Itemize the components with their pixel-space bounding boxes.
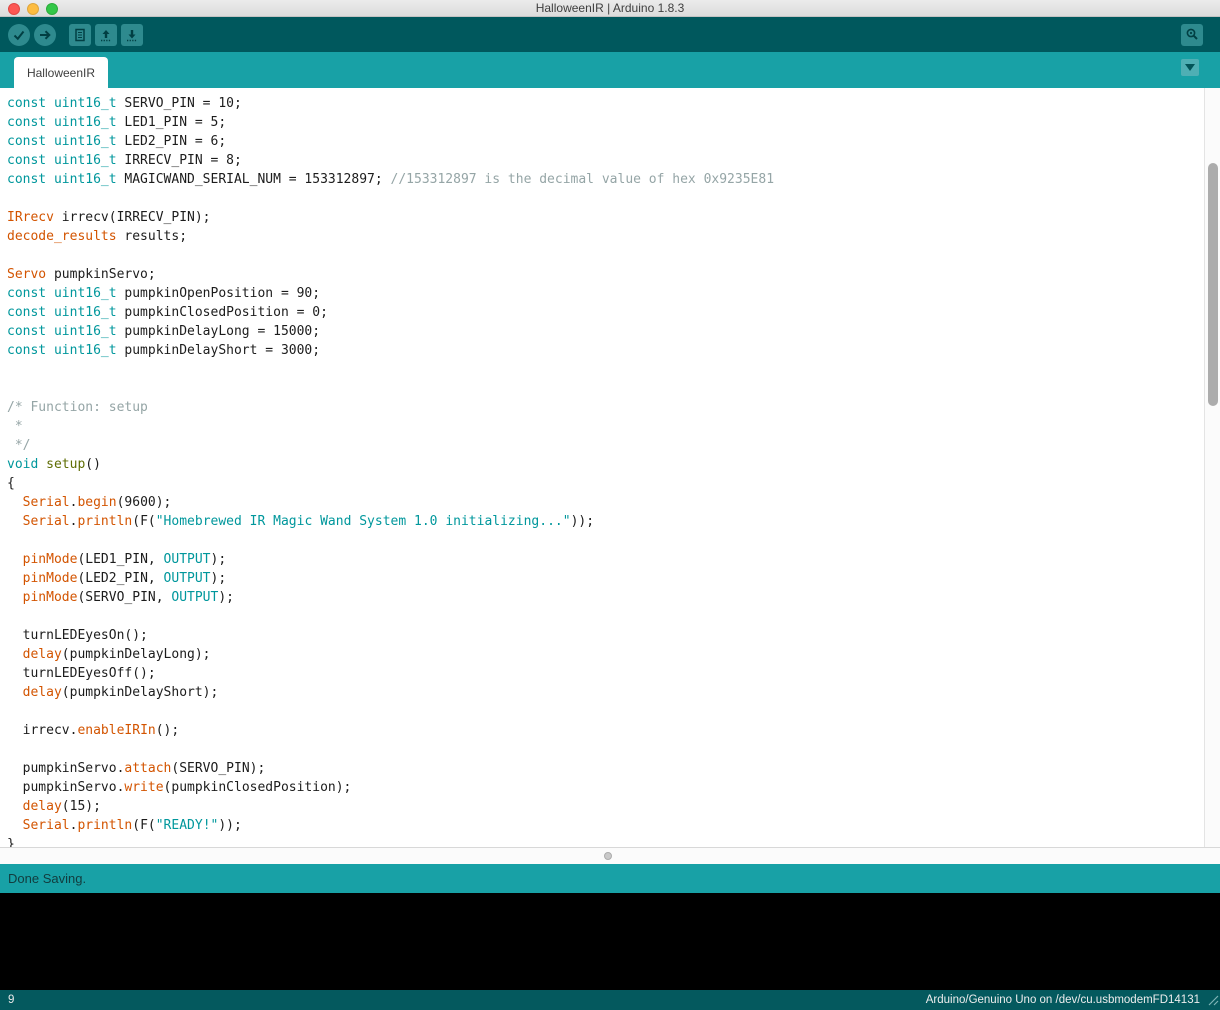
splitter-handle[interactable] — [604, 852, 612, 860]
code-line: } — [7, 835, 1204, 847]
code-line: IRrecv irrecv(IRRECV_PIN); — [7, 208, 1204, 227]
code-line: pinMode(LED2_PIN, OUTPUT); — [7, 569, 1204, 588]
code-line — [7, 702, 1204, 721]
code-line: const uint16_t IRRECV_PIN = 8; — [7, 151, 1204, 170]
code-line: { — [7, 474, 1204, 493]
code-line — [7, 189, 1204, 208]
new-sketch-button[interactable] — [69, 24, 91, 46]
vertical-scrollbar-thumb[interactable] — [1208, 163, 1218, 406]
code-line: Serial.begin(9600); — [7, 493, 1204, 512]
save-sketch-button[interactable] — [121, 24, 143, 46]
tab-halloweenir[interactable]: HalloweenIR — [14, 57, 108, 88]
line-number-indicator: 9 — [8, 994, 14, 1006]
code-line: const uint16_t SERVO_PIN = 10; — [7, 94, 1204, 113]
status-bar: Done Saving. — [0, 864, 1220, 893]
status-message: Done Saving. — [8, 871, 86, 886]
code-line: Servo pumpkinServo; — [7, 265, 1204, 284]
serial-monitor-button[interactable] — [1181, 24, 1203, 46]
code-line: delay(pumpkinDelayShort); — [7, 683, 1204, 702]
code-line: irrecv.enableIRIn(); — [7, 721, 1204, 740]
code-line — [7, 360, 1204, 379]
code-lines[interactable]: const uint16_t SERVO_PIN = 10;const uint… — [0, 88, 1204, 847]
code-line: pinMode(SERVO_PIN, OUTPUT); — [7, 588, 1204, 607]
upload-button[interactable] — [34, 24, 56, 46]
chevron-down-icon — [1185, 64, 1195, 71]
open-sketch-button[interactable] — [95, 24, 117, 46]
vertical-scrollbar[interactable] — [1204, 88, 1220, 847]
code-line: void setup() — [7, 455, 1204, 474]
code-line: /* Function: setup — [7, 398, 1204, 417]
editor-console-splitter[interactable] — [0, 847, 1220, 864]
code-line: delay(15); — [7, 797, 1204, 816]
code-line: const uint16_t pumpkinDelayShort = 3000; — [7, 341, 1204, 360]
arrow-up-tray-icon — [99, 28, 113, 42]
code-line: turnLEDEyesOff(); — [7, 664, 1204, 683]
toolbar — [0, 17, 1220, 52]
arrow-down-tray-icon — [125, 28, 139, 42]
code-line: const uint16_t LED1_PIN = 5; — [7, 113, 1204, 132]
tab-label: HalloweenIR — [27, 66, 95, 80]
code-line: decode_results results; — [7, 227, 1204, 246]
resize-grip-icon[interactable] — [1205, 992, 1219, 1009]
code-line — [7, 740, 1204, 759]
board-port-info: Arduino/Genuino Uno on /dev/cu.usbmodemF… — [926, 994, 1200, 1006]
window-title: HalloweenIR | Arduino 1.8.3 — [0, 1, 1220, 15]
code-line — [7, 607, 1204, 626]
code-line: const uint16_t pumpkinDelayLong = 15000; — [7, 322, 1204, 341]
code-editor[interactable]: const uint16_t SERVO_PIN = 10;const uint… — [0, 88, 1220, 847]
arrow-right-icon — [38, 28, 52, 42]
code-line — [7, 246, 1204, 265]
code-line: const uint16_t MAGICWAND_SERIAL_NUM = 15… — [7, 170, 1204, 189]
code-line: const uint16_t pumpkinClosedPosition = 0… — [7, 303, 1204, 322]
magnifier-icon — [1185, 27, 1200, 42]
code-line — [7, 379, 1204, 398]
code-line: */ — [7, 436, 1204, 455]
verify-button[interactable] — [8, 24, 30, 46]
console-output[interactable] — [0, 893, 1220, 990]
check-icon — [12, 28, 26, 42]
code-line: const uint16_t pumpkinOpenPosition = 90; — [7, 284, 1204, 303]
code-line: pinMode(LED1_PIN, OUTPUT); — [7, 550, 1204, 569]
document-icon — [73, 28, 87, 42]
titlebar: HalloweenIR | Arduino 1.8.3 — [0, 0, 1220, 17]
code-line: pumpkinServo.attach(SERVO_PIN); — [7, 759, 1204, 778]
code-line: delay(pumpkinDelayLong); — [7, 645, 1204, 664]
arduino-ide-window: HalloweenIR | Arduino 1.8.3 HalloweenIR — [0, 0, 1220, 1010]
code-line: * — [7, 417, 1204, 436]
tab-menu-button[interactable] — [1181, 59, 1199, 76]
code-line: Serial.println(F("Homebrewed IR Magic Wa… — [7, 512, 1204, 531]
code-line — [7, 531, 1204, 550]
code-line: Serial.println(F("READY!")); — [7, 816, 1204, 835]
code-line: const uint16_t LED2_PIN = 6; — [7, 132, 1204, 151]
footer-bar: 9 Arduino/Genuino Uno on /dev/cu.usbmode… — [0, 990, 1220, 1010]
tab-bar: HalloweenIR — [0, 52, 1220, 88]
code-line: turnLEDEyesOn(); — [7, 626, 1204, 645]
code-line: pumpkinServo.write(pumpkinClosedPosition… — [7, 778, 1204, 797]
